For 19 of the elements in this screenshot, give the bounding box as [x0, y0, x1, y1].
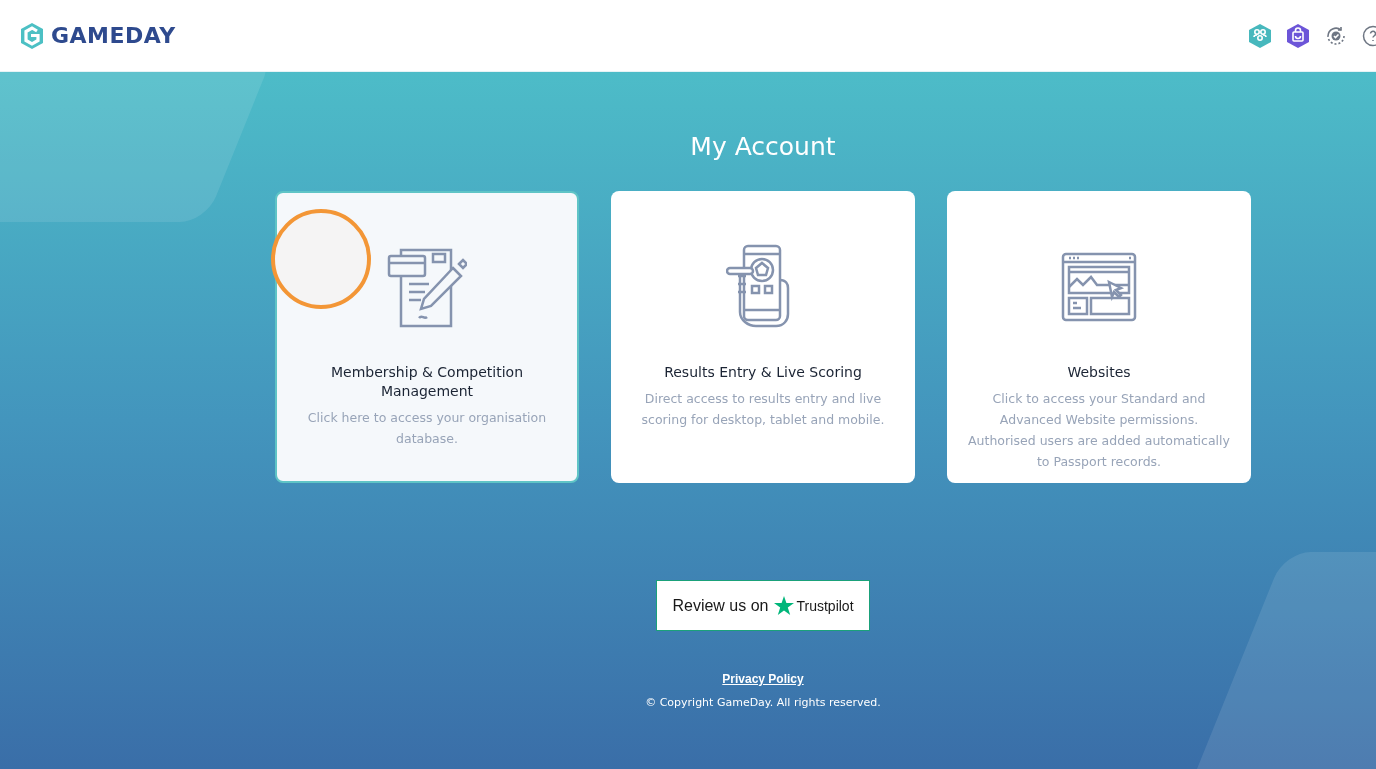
trustpilot-review-button[interactable]: Review us on Trustpilot — [656, 580, 870, 631]
card-title: Websites — [1067, 363, 1131, 382]
shopping-bag-icon[interactable] — [1286, 22, 1310, 49]
card-title: Results Entry & Live Scoring — [664, 363, 862, 382]
logo-icon — [19, 21, 45, 50]
logo-text: GAMEDAY — [51, 23, 176, 48]
card-description: Click to access your Standard and Advanced Website permissions. Authorised users are added automatically to Passport records. — [967, 390, 1231, 471]
copyright-text: © Copyright GameDay. All rights reserved. — [645, 696, 881, 709]
star-icon — [774, 596, 795, 615]
card-description: Direct access to results entry and live scoring for desktop, tablet and mobile. — [640, 390, 886, 429]
account-card[interactable]: Websites Click to access your Standard and Advanced Website permissions. Authorised users are added automatically to Passport records. — [947, 191, 1251, 483]
card-title: Membership & Competition Management — [330, 363, 524, 401]
privacy-policy-link[interactable]: Privacy Policy — [722, 672, 804, 686]
contract-pencil-icon — [387, 246, 467, 328]
page-title: My Account — [690, 132, 836, 161]
team-icon[interactable] — [1248, 22, 1272, 49]
card-description: Click here to access your organisation database. — [306, 409, 548, 448]
account-card[interactable]: Results Entry & Live Scoring Direct access to results entry and live scoring for desktop, tablet and mobile. — [611, 191, 915, 483]
web-page-icon — [1061, 252, 1137, 322]
